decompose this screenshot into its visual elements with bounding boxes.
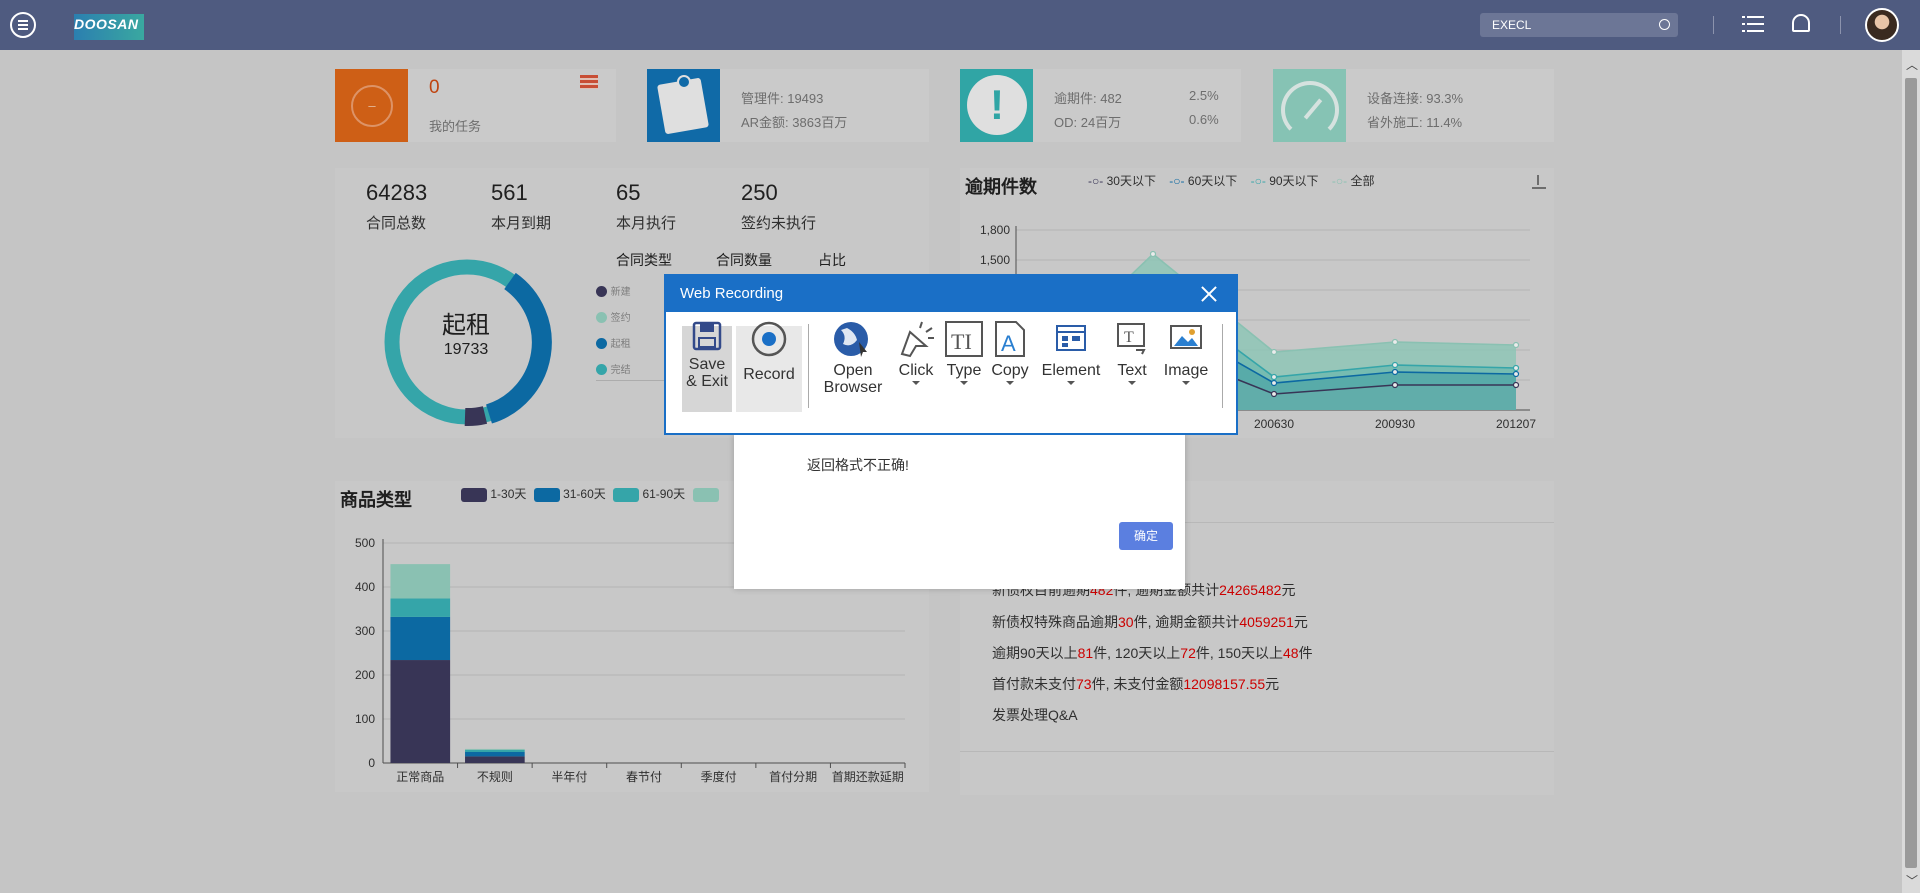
cursor-icon: [900, 321, 934, 358]
alert-dialog: 返回格式不正确! 确定: [734, 434, 1185, 589]
type-button[interactable]: TI Type: [942, 320, 986, 385]
chevron-down-icon[interactable]: [1182, 381, 1190, 385]
svg-text:A: A: [1001, 331, 1016, 356]
open-browser-button[interactable]: Open Browser: [818, 320, 888, 396]
avatar[interactable]: [1865, 8, 1899, 42]
text-icon: T: [1117, 323, 1146, 355]
logo-text: DOOSAN: [74, 16, 139, 32]
button-label: & Exit: [686, 373, 728, 390]
button-label: Image: [1163, 362, 1209, 379]
text-button[interactable]: T Text: [1110, 320, 1154, 385]
element-button[interactable]: Element: [1038, 320, 1104, 385]
bell-icon[interactable]: [1792, 14, 1810, 32]
web-recording-window: Web Recording Save & Exit Record Open Br…: [664, 274, 1238, 435]
button-label: Copy: [991, 362, 1029, 379]
element-icon: [1056, 325, 1086, 351]
globe-icon: [834, 322, 868, 357]
recorder-title: Web Recording: [680, 285, 784, 302]
click-button[interactable]: Click: [894, 320, 938, 385]
chevron-down-icon[interactable]: [1067, 381, 1075, 385]
alert-message: 返回格式不正确!: [807, 457, 909, 473]
divider: [1840, 16, 1841, 34]
button-label: Open: [833, 362, 873, 379]
chevron-down-icon[interactable]: [1006, 381, 1014, 385]
button-label: Record: [743, 366, 795, 383]
save-icon: [692, 321, 722, 351]
search-icon[interactable]: [1659, 19, 1670, 30]
record-button[interactable]: Record: [736, 320, 802, 383]
scroll-down-icon[interactable]: ﹀: [1906, 872, 1918, 889]
chevron-down-icon[interactable]: [960, 381, 968, 385]
divider: [808, 324, 809, 408]
svg-text:TI: TI: [951, 329, 972, 354]
search-value: EXECL: [1492, 18, 1532, 32]
image-button[interactable]: Image: [1160, 320, 1212, 385]
button-label: Save: [688, 356, 726, 373]
chevron-down-icon[interactable]: [1128, 381, 1136, 385]
recorder-titlebar[interactable]: Web Recording: [666, 276, 1236, 312]
chevron-down-icon[interactable]: [912, 381, 920, 385]
divider: [1713, 16, 1714, 34]
logo: DOOSAN: [74, 14, 144, 40]
scroll-up-icon[interactable]: ︿: [1906, 56, 1918, 73]
copy-button[interactable]: A Copy: [988, 320, 1032, 385]
search-input[interactable]: EXECL: [1480, 13, 1678, 37]
list-icon[interactable]: [1742, 16, 1764, 32]
close-icon[interactable]: [1200, 285, 1218, 303]
copy-icon: A: [995, 321, 1025, 357]
image-icon: [1170, 325, 1202, 349]
type-icon: TI: [945, 321, 983, 357]
record-icon: [751, 321, 787, 357]
button-label: Element: [1041, 362, 1101, 379]
button-label: Text: [1117, 362, 1147, 379]
divider: [1222, 324, 1223, 408]
button-label: Click: [898, 362, 934, 379]
menu-icon[interactable]: [10, 12, 36, 38]
top-bar: DOOSAN EXECL: [0, 0, 1920, 50]
scrollbar[interactable]: ︿ ﹀: [1902, 50, 1920, 893]
ok-button[interactable]: 确定: [1119, 522, 1173, 550]
button-label: Browser: [823, 379, 883, 396]
svg-text:T: T: [1124, 329, 1134, 346]
scroll-thumb[interactable]: [1905, 78, 1917, 868]
save-exit-button[interactable]: Save & Exit: [682, 320, 732, 390]
button-label: Type: [946, 362, 982, 379]
